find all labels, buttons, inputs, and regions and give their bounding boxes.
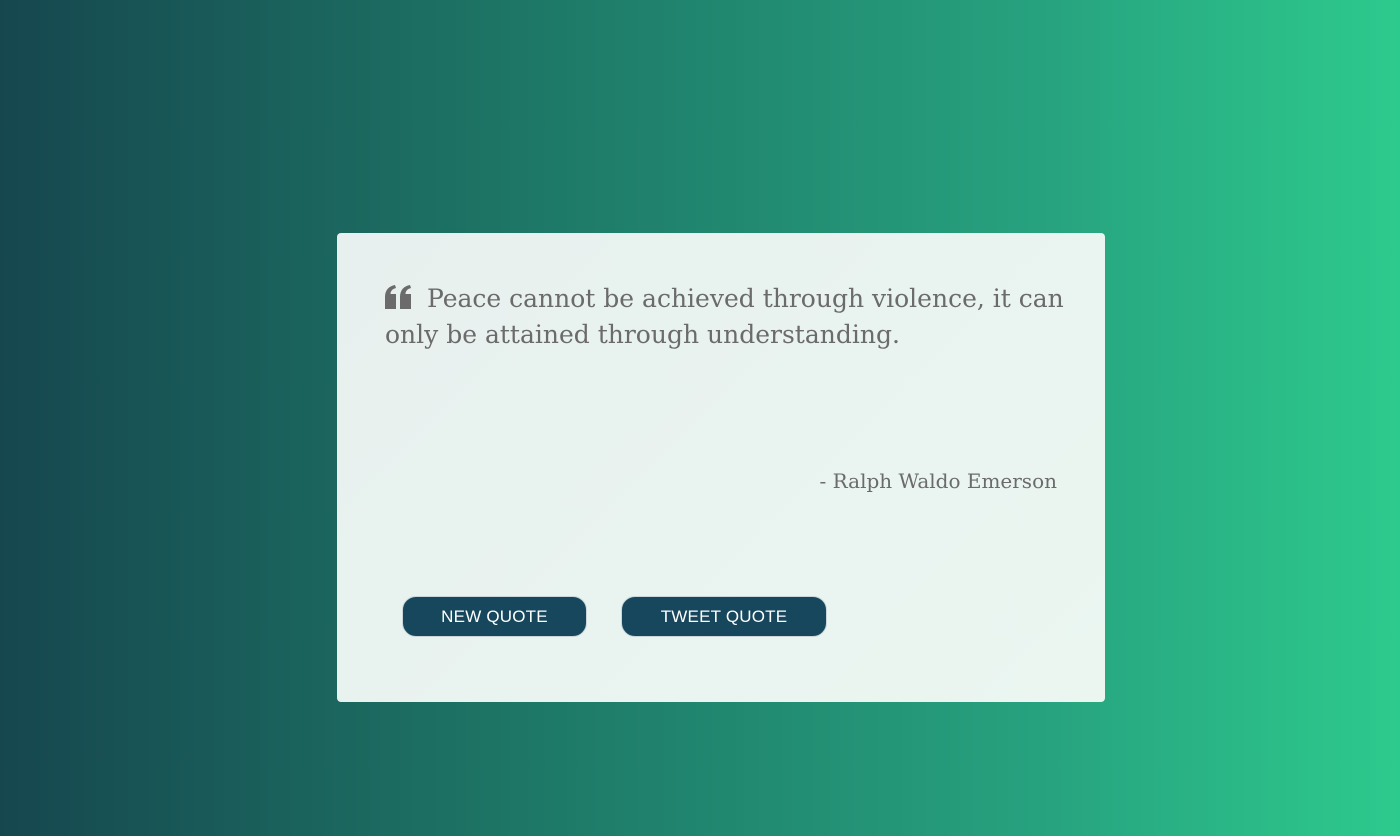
quote-card: Peace cannot be achieved through violenc… xyxy=(337,233,1105,702)
quote-left-icon xyxy=(385,283,411,309)
tweet-quote-button[interactable]: TWEET QUOTE xyxy=(621,596,827,637)
quote-text-block: Peace cannot be achieved through violenc… xyxy=(385,281,1065,353)
new-quote-button[interactable]: NEW QUOTE xyxy=(402,596,587,637)
quote-text: Peace cannot be achieved through violenc… xyxy=(385,284,1064,349)
quote-author: - Ralph Waldo Emerson xyxy=(819,469,1057,493)
